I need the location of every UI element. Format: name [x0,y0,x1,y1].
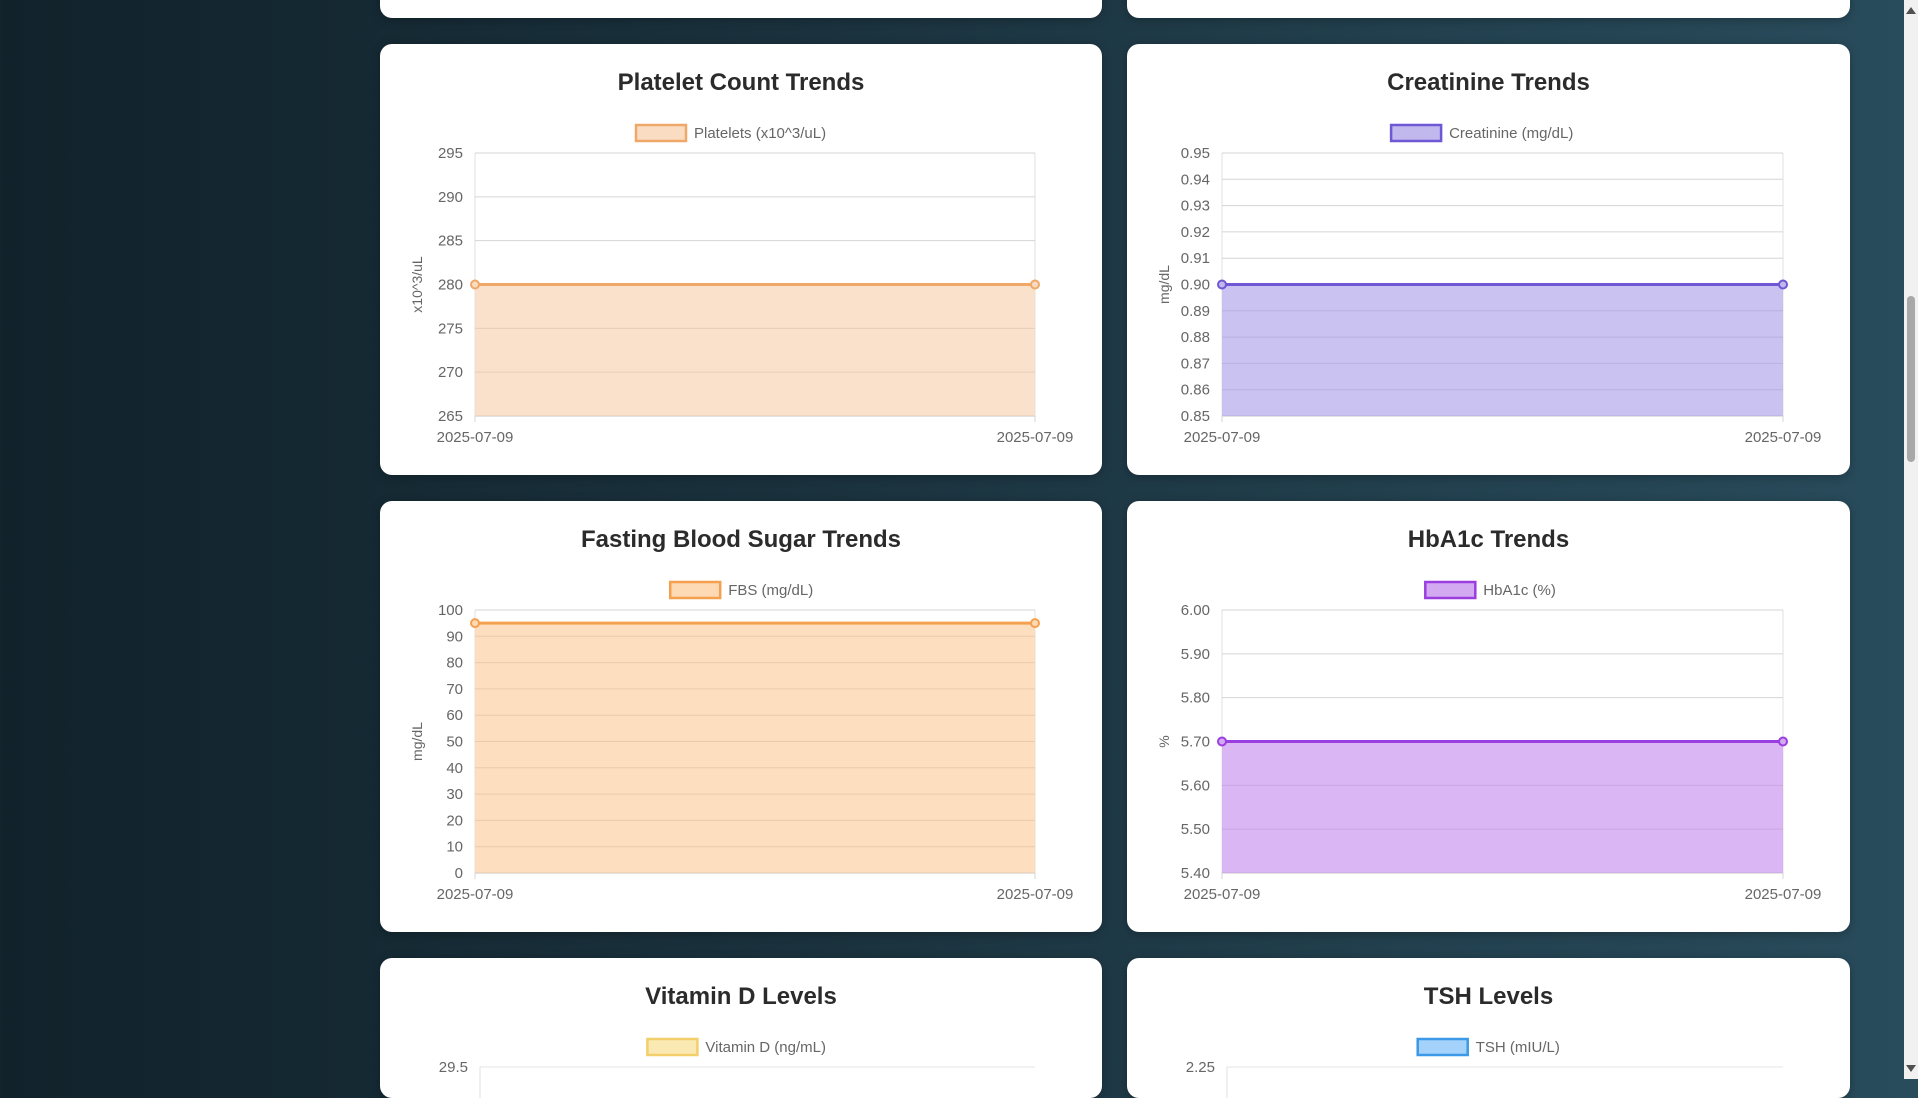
chart-title: Vitamin D Levels [645,983,837,1010]
chart-title: Creatinine Trends [1387,69,1590,96]
y-tick-label: 10 [446,839,463,856]
legend-label[interactable]: Creatinine (mg/dL) [1449,125,1573,142]
chart-svg: TSH Levels TSH (mIU/L) 2.25 [1186,983,1783,1098]
y-tick-label: 0.95 [1181,145,1210,162]
y-tick-label: 265 [438,408,463,425]
y-tick-label: 30 [446,786,463,803]
data-point[interactable] [1778,279,1788,290]
x-tick-label: 2025-07-09 [1745,886,1822,903]
x-tick-label: 2025-07-09 [1184,886,1261,903]
chart-title: TSH Levels [1424,983,1553,1010]
data-point[interactable] [1217,736,1227,747]
area-fill [1222,741,1783,873]
y-axis-label: x10^3/uL [409,256,425,313]
y-tick-label: 20 [446,812,463,829]
y-tick-label: 295 [438,145,463,162]
y-tick-label: 80 [446,655,463,672]
legend-label[interactable]: Vitamin D (ng/mL) [705,1039,826,1056]
chart-card-creatinine: Creatinine Trends Creatinine (mg/dL) 0.95 0… [1127,44,1850,475]
y-tick-label: 270 [438,364,463,381]
data-point[interactable] [1778,736,1788,747]
data-point[interactable] [470,618,480,629]
y-tick-label: 90 [446,628,463,645]
area-fill [1222,284,1783,416]
chart-svg: Fasting Blood Sugar TrendsFBS (mg/dL)100… [409,526,1074,903]
chart-title: Fasting Blood Sugar Trends [581,526,901,553]
y-tick-label: 29.5 [439,1059,468,1076]
legend-swatch[interactable] [1389,123,1443,143]
y-tick-label: 5.80 [1181,690,1210,707]
vertical-scrollbar[interactable] [1904,0,1918,1079]
scroll-down-arrow-icon[interactable] [1906,1065,1916,1072]
y-tick-label: 0 [455,865,463,882]
legend-swatch[interactable] [634,123,688,143]
y-tick-label: 0.92 [1181,224,1210,241]
chart-svg: Vitamin D Levels Vitamin D (ng/mL) 29.5 [439,983,1035,1098]
data-point[interactable] [1217,279,1227,290]
legend-label[interactable]: FBS (mg/dL) [728,582,813,599]
legend-label[interactable]: HbA1c (%) [1483,582,1556,599]
data-point[interactable] [470,279,480,290]
y-tick-label: 290 [438,189,463,206]
y-tick-label: 0.91 [1181,250,1210,267]
legend-label[interactable]: Platelets (x10^3/uL) [694,125,826,142]
y-tick-label: 275 [438,320,463,337]
y-tick-label: 5.70 [1181,734,1210,751]
chart-card-vitamin-d: Vitamin D Levels Vitamin D (ng/mL) 29.5 [380,958,1102,1098]
chart-card-top-right [1127,0,1850,18]
y-tick-label: 0.90 [1181,277,1210,294]
y-tick-label: 100 [438,602,463,619]
y-tick-label: 285 [438,233,463,250]
legend-swatch[interactable] [1424,580,1477,600]
y-tick-label: 6.00 [1181,602,1210,619]
y-tick-label: 0.85 [1181,408,1210,425]
y-tick-label: 70 [446,681,463,698]
y-tick-label: 0.93 [1181,198,1210,215]
y-tick-label: 0.87 [1181,355,1210,372]
chart-title: HbA1c Trends [1408,526,1569,553]
y-tick-label: 5.90 [1181,646,1210,663]
area-fill [475,284,1035,416]
y-tick-label: 5.50 [1181,821,1210,838]
data-point[interactable] [1030,618,1040,629]
chart-card-tsh: TSH Levels TSH (mIU/L) 2.25 [1127,958,1850,1098]
x-tick-label: 2025-07-09 [1184,429,1261,446]
y-axis-label: % [1156,735,1172,747]
y-axis-label: mg/dL [1156,265,1172,304]
legend-swatch[interactable] [1416,1037,1469,1057]
y-tick-label: 280 [438,277,463,294]
legend-label[interactable]: TSH (mIU/L) [1476,1039,1560,1056]
scroll-up-arrow-icon[interactable] [1906,7,1916,14]
x-tick-label: 2025-07-09 [997,886,1074,903]
area-fill [475,623,1035,873]
y-tick-label: 5.40 [1181,865,1210,882]
chart-svg: Creatinine Trends Creatinine (mg/dL) 0.95 0… [1156,69,1822,446]
y-tick-label: 0.94 [1181,171,1210,188]
y-tick-label: 40 [446,760,463,777]
y-tick-label: 2.25 [1186,1059,1215,1076]
chart-card-hba1c: HbA1c Trends HbA1c (%) 6.00 5.90 5.80 5.70 5.6… [1127,501,1850,932]
y-tick-label: 0.88 [1181,329,1210,346]
y-tick-label: 50 [446,734,463,751]
data-point[interactable] [1030,279,1040,290]
chart-card-top-left [380,0,1102,18]
y-tick-label: 60 [446,707,463,724]
legend-swatch[interactable] [646,1037,699,1057]
chart-svg: HbA1c Trends HbA1c (%) 6.00 5.90 5.80 5.70 5.6… [1156,526,1822,903]
chart-card-fbs: Fasting Blood Sugar Trends FBS (mg/dL) 100… [380,501,1102,932]
scrollbar-thumb[interactable] [1907,296,1915,462]
chart-title: Platelet Count Trends [618,69,865,96]
y-tick-label: 0.86 [1181,382,1210,399]
y-axis-label: mg/dL [409,722,425,761]
x-tick-label: 2025-07-09 [997,429,1074,446]
legend-swatch[interactable] [668,580,722,600]
x-tick-label: 2025-07-09 [437,886,514,903]
y-tick-label: 5.60 [1181,777,1210,794]
x-tick-label: 2025-07-09 [437,429,514,446]
y-tick-label: 0.89 [1181,303,1210,320]
chart-card-platelets: Platelet Count Trends Platelets (x10^3/uL… [380,44,1102,475]
chart-svg: Platelet Count Trends Platelets (x10^3/uL… [409,69,1074,446]
x-tick-label: 2025-07-09 [1745,429,1822,446]
